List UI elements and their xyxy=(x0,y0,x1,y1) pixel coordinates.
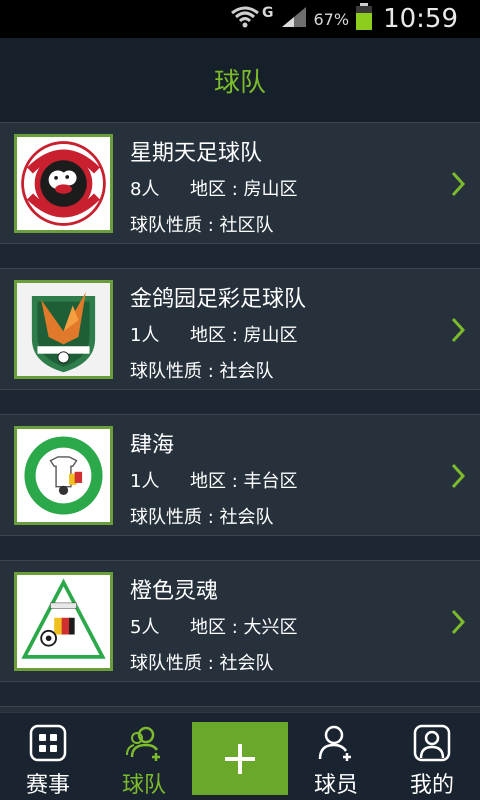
member-count: 1人 xyxy=(130,325,160,346)
team-card[interactable]: 橙色灵魂 5人 地区 : 大兴区 球队性质 : 社会队 xyxy=(0,560,480,682)
team-type: 球队性质 : 社会队 xyxy=(130,507,274,528)
team-region: 地区 : 房山区 xyxy=(190,325,298,346)
grid-icon xyxy=(29,724,67,762)
tab-label: 球队 xyxy=(121,773,166,798)
status-bar: G 67% 10:59 xyxy=(0,0,480,38)
clock: 10:59 xyxy=(383,4,458,34)
chevron-right-icon[interactable] xyxy=(450,171,466,197)
battery-percent: 67% xyxy=(313,9,350,29)
wifi-icon xyxy=(230,5,260,33)
team-region: 地区 : 房山区 xyxy=(190,179,298,200)
tab-label: 赛事 xyxy=(25,773,70,798)
cell-signal-icon xyxy=(280,5,308,33)
add-button[interactable] xyxy=(192,722,288,795)
team-type: 球队性质 : 社区队 xyxy=(130,215,274,236)
team-card[interactable]: 星期天足球队 8人 地区 : 房山区 球队性质 : 社区队 xyxy=(0,122,480,244)
team-name: 星期天足球队 xyxy=(130,141,263,166)
battery-icon xyxy=(355,3,373,35)
chevron-right-icon[interactable] xyxy=(450,609,466,635)
player-add-icon xyxy=(318,725,351,761)
chevron-right-icon[interactable] xyxy=(450,317,466,343)
team-logo xyxy=(14,280,113,379)
page-title: 球队 xyxy=(213,67,266,98)
team-name: 橙色灵魂 xyxy=(130,579,219,604)
tab-bar: 赛事 球队 球员 我的 xyxy=(0,712,480,800)
team-region: 地区 : 大兴区 xyxy=(190,617,298,638)
tab-players[interactable]: 球员 xyxy=(288,713,384,800)
tab-profile[interactable]: 我的 xyxy=(384,713,480,800)
tab-label: 我的 xyxy=(409,773,454,798)
member-count: 1人 xyxy=(130,471,160,492)
team-name: 肆海 xyxy=(130,433,175,458)
team-card[interactable]: 肆海 1人 地区 : 丰台区 球队性质 : 社会队 xyxy=(0,414,480,536)
team-add-icon xyxy=(126,726,160,761)
member-count: 8人 xyxy=(130,179,160,200)
team-logo xyxy=(14,426,113,525)
team-type: 球队性质 : 社会队 xyxy=(130,653,274,674)
profile-icon xyxy=(413,724,451,762)
chevron-right-icon[interactable] xyxy=(450,463,466,489)
winged-shield-crest-icon xyxy=(17,283,110,376)
plus-icon xyxy=(225,743,255,774)
team-logo xyxy=(14,572,113,671)
app-header: 球队 xyxy=(0,38,480,122)
club-soccer-triangle-icon xyxy=(17,575,110,668)
team-type: 球队性质 : 社会队 xyxy=(130,361,274,382)
team-card[interactable]: 金鸽园足彩足球队 1人 地区 : 房山区 球队性质 : 社会队 xyxy=(0,268,480,390)
member-count: 5人 xyxy=(130,617,160,638)
soccer-club-ring-icon xyxy=(17,429,110,522)
team-region: 地区 : 丰台区 xyxy=(190,471,298,492)
tab-matches[interactable]: 赛事 xyxy=(0,713,96,800)
tab-label: 球员 xyxy=(313,773,358,798)
barnsley-crest-icon xyxy=(17,137,110,230)
team-name: 金鸽园足彩足球队 xyxy=(130,287,307,312)
network-type-label: G xyxy=(262,5,274,21)
team-logo xyxy=(14,134,113,233)
tab-teams[interactable]: 球队 xyxy=(96,713,192,800)
